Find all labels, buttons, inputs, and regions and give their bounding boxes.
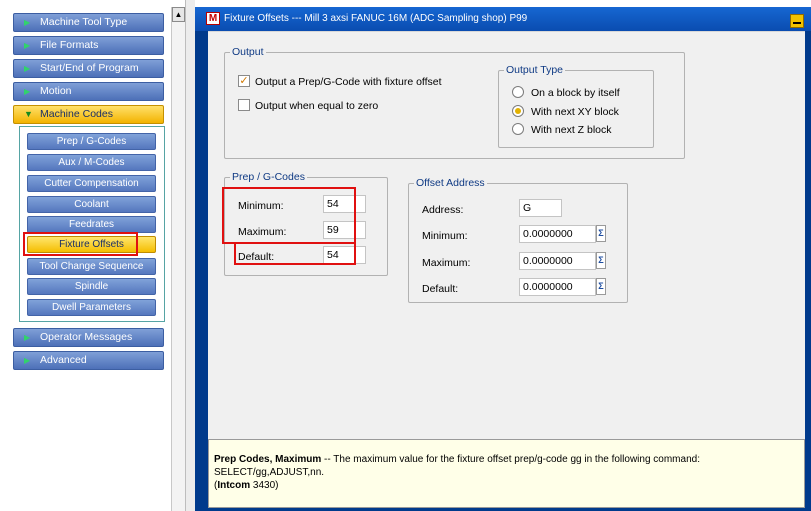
offset-minimum-input[interactable]: 0.0000000	[519, 225, 596, 243]
help-ref-label: Intcom	[217, 480, 251, 491]
radio-on-block-by-itself[interactable]	[512, 86, 524, 98]
output-equal-zero-label: Output when equal to zero	[255, 100, 379, 112]
nav-label: Advanced	[40, 354, 87, 366]
highlight-box	[234, 242, 356, 265]
window-title: Fixture Offsets --- Mill 3 axsi FANUC 16…	[224, 13, 528, 24]
nav-label: Machine Tool Type	[40, 16, 128, 28]
output-type-legend: Output Type	[506, 64, 564, 76]
submenu-dwell-parameters[interactable]: Dwell Parameters	[27, 299, 156, 316]
nav-label: File Formats	[40, 39, 99, 51]
prep-gcodes-legend: Prep / G-Codes	[232, 171, 305, 183]
radio-with-next-z-block[interactable]	[512, 123, 524, 135]
highlight-box	[222, 187, 356, 244]
expand-arrow-icon: ▶	[24, 333, 31, 342]
radio-with-next-z-block-label: With next Z block	[531, 124, 612, 136]
submenu-prep-g-codes[interactable]: Prep / G-Codes	[27, 133, 156, 150]
offset-address-label: Address:	[422, 204, 464, 216]
help-title: Prep Codes, Maximum	[214, 454, 322, 465]
calculator-icon[interactable]: Σ	[596, 278, 606, 295]
expand-arrow-icon: ▶	[24, 18, 31, 27]
submenu-spindle[interactable]: Spindle	[27, 278, 156, 295]
offset-maximum-label: Maximum:	[422, 257, 471, 269]
title-bar: M Fixture Offsets --- Mill 3 axsi FANUC …	[195, 7, 811, 31]
app-logo-icon: M	[206, 12, 220, 25]
submenu-coolant[interactable]: Coolant	[27, 196, 156, 213]
nav-operator-messages[interactable]: ▶ Operator Messages	[13, 328, 164, 347]
submenu-tool-change-sequence[interactable]: Tool Change Sequence	[27, 258, 156, 275]
output-gcode-checkbox[interactable]: ✓	[238, 75, 250, 87]
nav-file-formats[interactable]: ▶ File Formats	[13, 36, 164, 55]
help-ref-number: 3430)	[250, 480, 279, 491]
nav-machine-codes[interactable]: ▼ Machine Codes	[13, 105, 164, 124]
minimize-button[interactable]	[790, 14, 804, 28]
output-equal-zero-checkbox[interactable]	[238, 99, 250, 111]
expand-arrow-icon: ▶	[24, 64, 31, 73]
nav-motion[interactable]: ▶ Motion	[13, 82, 164, 101]
collapse-arrow-icon: ▼	[24, 109, 33, 119]
nav-label: Start/End of Program	[40, 62, 139, 74]
expand-arrow-icon: ▶	[24, 87, 31, 96]
offset-address-input[interactable]: G	[519, 199, 562, 217]
submenu-cutter-compensation[interactable]: Cutter Compensation	[27, 175, 156, 192]
offset-minimum-label: Minimum:	[422, 230, 468, 242]
nav-advanced[interactable]: ▶ Advanced	[13, 351, 164, 370]
radio-with-next-xy-block[interactable]	[512, 105, 524, 117]
expand-arrow-icon: ▶	[24, 41, 31, 50]
highlight-box	[23, 232, 138, 256]
calculator-icon[interactable]: Σ	[596, 252, 606, 269]
minimize-icon	[793, 22, 801, 24]
radio-on-block-by-itself-label: On a block by itself	[531, 87, 620, 99]
nav-machine-tool-type[interactable]: ▶ Machine Tool Type	[13, 13, 164, 32]
nav-label: Motion	[40, 85, 72, 97]
scroll-up-arrow-icon[interactable]: ▲	[172, 7, 185, 22]
submenu-aux-m-codes[interactable]: Aux / M-Codes	[27, 154, 156, 171]
nav-scrollbar[interactable]: ▲	[171, 7, 185, 511]
radio-with-next-xy-block-label: With next XY block	[531, 106, 619, 118]
fixture-offsets-window: M Fixture Offsets --- Mill 3 axsi FANUC …	[195, 7, 811, 511]
offset-default-input[interactable]: 0.0000000	[519, 278, 596, 296]
calculator-icon[interactable]: Σ	[596, 225, 606, 242]
help-panel: Prep Codes, Maximum -- The maximum value…	[208, 439, 805, 508]
output-gcode-label: Output a Prep/G-Code with fixture offset	[255, 76, 442, 88]
output-legend: Output	[232, 46, 264, 58]
submenu-feedrates[interactable]: Feedrates	[27, 216, 156, 233]
offset-default-label: Default:	[422, 283, 459, 295]
pane-splitter[interactable]	[185, 0, 195, 511]
expand-arrow-icon: ▶	[24, 356, 31, 365]
offset-address-legend: Offset Address	[416, 177, 485, 189]
navigation-pane: ▶ Machine Tool Type ▶ File Formats ▶ Sta…	[0, 0, 185, 511]
help-text: Prep Codes, Maximum -- The maximum value…	[214, 454, 700, 491]
nav-label: Operator Messages	[40, 331, 133, 343]
offset-maximum-input[interactable]: 0.0000000	[519, 252, 596, 270]
nav-start-end-program[interactable]: ▶ Start/End of Program	[13, 59, 164, 78]
settings-panel: Output ✓ Output a Prep/G-Code with fixtu…	[208, 31, 805, 439]
nav-label: Machine Codes	[40, 108, 113, 120]
